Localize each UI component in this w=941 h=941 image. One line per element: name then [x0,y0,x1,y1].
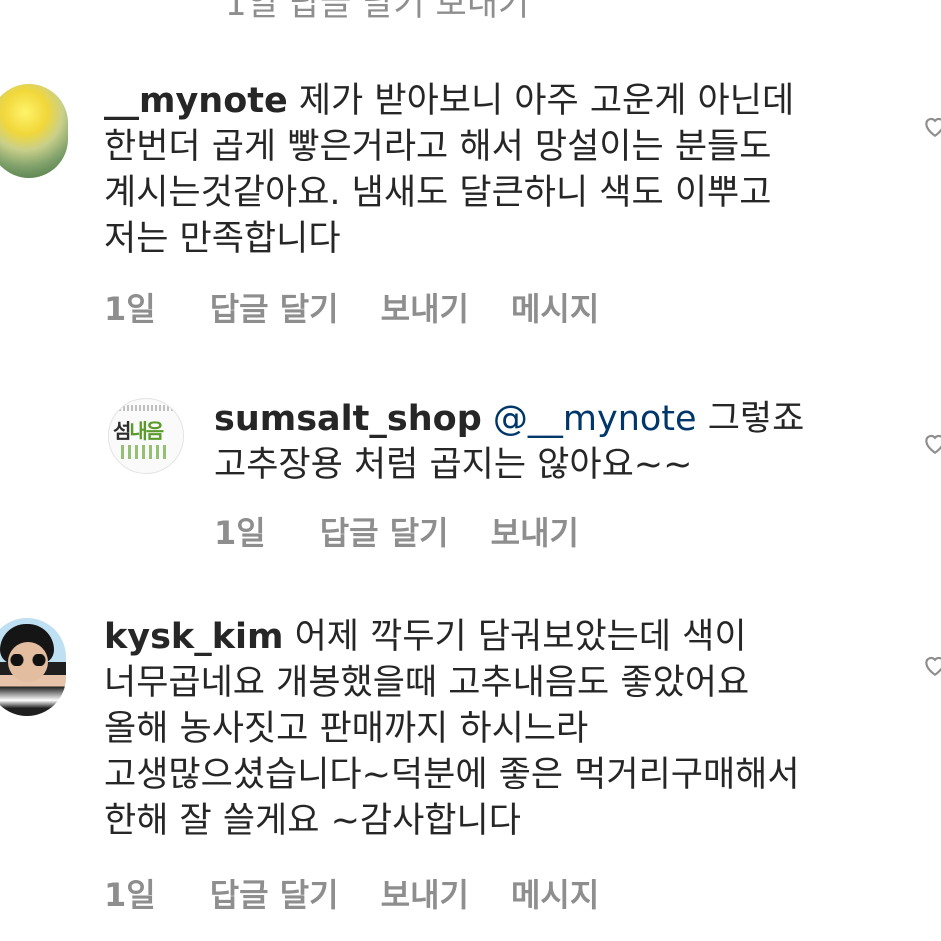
comment-text: 저는 만족합니다 [104,219,341,259]
avatar-sumsalt-shop[interactable]: 섬내음 [108,398,184,474]
message-button[interactable]: 메시지 [511,284,599,330]
reply-button[interactable]: 답글 달기 [210,870,339,916]
username-link[interactable]: kysk_kim [104,617,283,657]
comment-text: 제가 받아보니 아주 고운게 아닌데 [298,81,795,121]
mention-link[interactable]: @__mynote [493,399,697,439]
comment-first-line: kysk_kim 어제 깍두기 담궈보았는데 색이 [104,614,800,660]
username-link[interactable]: __mynote [104,81,288,121]
timestamp: 1일 [104,290,156,328]
avatar-kysk-kim[interactable] [0,618,66,716]
previous-comment-meta: 1일 답글 달기 보내기 [225,0,530,24]
comment-text: 고생많으셨습니다~덕분에 좋은 먹거리구매해서 [104,755,800,795]
sunglasses-icon [6,654,50,666]
timestamp: 1일 [214,514,266,552]
heart-icon[interactable] [922,113,941,139]
comment-meta: 1일 답글 달기 보내기 [214,508,629,554]
send-button[interactable]: 보내기 [381,284,469,330]
comment-text: 올해 농사짓고 판매까지 하시느라 [104,709,589,749]
shop-logo: 섬내음 [113,419,164,443]
comment-kysk-kim: kysk_kim 어제 깍두기 담궈보았는데 색이 너무곱네요 개봉했을때 고추… [104,614,800,844]
comment-text: 그렇죠 [707,399,805,439]
avatar-mynote[interactable] [0,84,68,178]
comment-sumsalt-shop: sumsalt_shop @__mynote 그렇죠 고추장용 처럼 곱지는 않… [214,396,804,488]
comment-mynote: __mynote 제가 받아보니 아주 고운게 아닌데 한번더 곱게 빻은거라고… [104,78,794,262]
send-button[interactable]: 보내기 [491,508,579,554]
comment-text: 한해 잘 쓸게요 ~감사합니다 [104,801,521,841]
username-link[interactable]: sumsalt_shop [214,399,482,439]
send-button[interactable]: 보내기 [381,870,469,916]
logo-decoration [121,445,169,459]
comment-meta: 1일 답글 달기 보내기 메시지 [104,284,649,330]
message-button[interactable]: 메시지 [511,870,599,916]
comment-text: 고추장용 처럼 곱지는 않아요~~ [214,445,693,485]
comment-first-line: __mynote 제가 받아보니 아주 고운게 아닌데 [104,78,794,124]
timestamp: 1일 [104,876,156,914]
comment-text: 계시는것같아요. 냄새도 달큰하니 색도 이뿌고 [104,173,772,213]
comment-first-line: sumsalt_shop @__mynote 그렇죠 [214,396,804,442]
heart-icon[interactable] [922,430,941,456]
comment-text: 어제 깍두기 담궈보았는데 색이 [294,617,747,657]
comment-text: 너무곱네요 개봉했을때 고추내음도 좋았어요 [104,663,750,703]
heart-icon[interactable] [922,652,941,678]
comment-meta: 1일 답글 달기 보내기 메시지 [104,870,649,916]
comment-text: 한번더 곱게 빻은거라고 해서 망설이는 분들도 [104,127,772,167]
logo-decoration [119,405,175,411]
reply-button[interactable]: 답글 달기 [320,508,449,554]
reply-button[interactable]: 답글 달기 [210,284,339,330]
